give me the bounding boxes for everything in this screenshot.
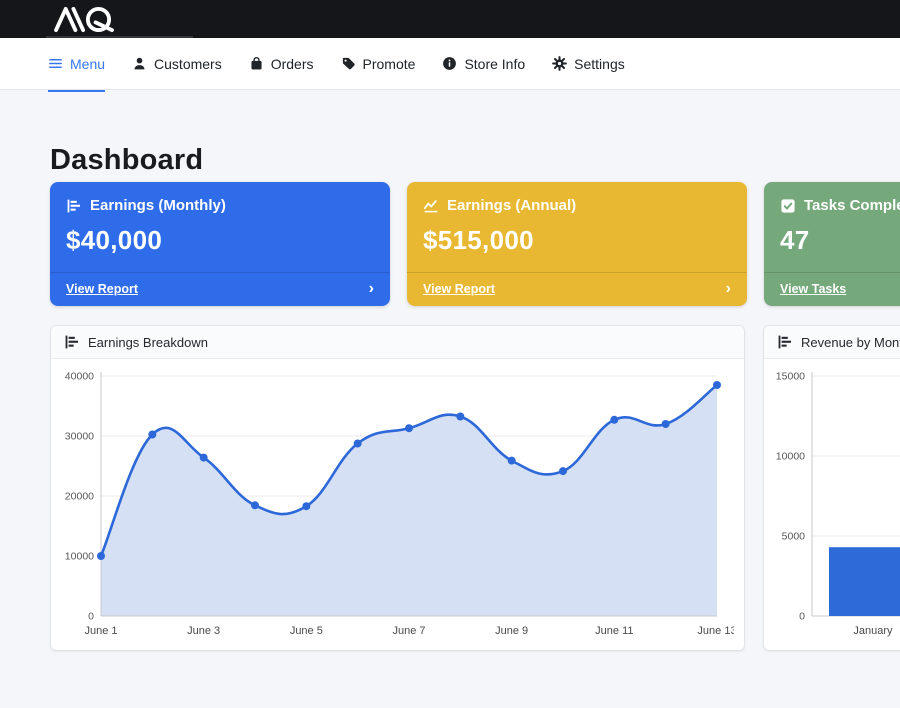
bar-chart-icon <box>64 334 80 350</box>
card-earnings-annual: Earnings (Annual) $515,000 View Report › <box>407 182 747 306</box>
bar-chart-icon <box>777 334 793 350</box>
card-earnings-monthly: Earnings (Monthly) $40,000 View Report › <box>50 182 390 306</box>
card-tasks-completed: Tasks Completed 47 View Tasks› <box>764 182 900 306</box>
menu-icon <box>48 56 63 71</box>
svg-text:40000: 40000 <box>65 371 94 383</box>
bag-icon <box>249 56 264 71</box>
card-title-row: Earnings (Annual) <box>423 197 731 214</box>
card-title-row: Tasks Completed <box>780 197 900 214</box>
panel-header: Revenue by Month <box>764 326 900 359</box>
chevron-right-icon[interactable]: › <box>369 281 374 297</box>
nav-item-orders[interactable]: Orders <box>249 38 314 89</box>
nav-item-label: Orders <box>271 56 314 72</box>
svg-text:June 3: June 3 <box>187 625 220 637</box>
card-link[interactable]: View Report <box>423 282 495 296</box>
nav-item-store-info[interactable]: Store Info <box>442 38 525 89</box>
card-value: 47 <box>780 225 900 256</box>
card-link[interactable]: View Report <box>66 282 138 296</box>
earnings-breakdown-chart[interactable]: 0 10000 20000 30000 40000 June 1 June 3 June 5 J… <box>59 364 734 641</box>
svg-text:June 5: June 5 <box>290 625 323 637</box>
card-link[interactable]: View Tasks <box>780 282 846 296</box>
svg-text:June 11: June 11 <box>595 625 633 637</box>
card-value: $40,000 <box>66 225 374 256</box>
svg-text:20000: 20000 <box>65 491 94 503</box>
topbar <box>0 0 900 38</box>
svg-text:January: January <box>853 625 893 637</box>
chevron-right-icon[interactable]: › <box>726 281 731 297</box>
card-title: Earnings (Annual) <box>447 197 576 214</box>
card-footer: View Report › <box>407 272 747 306</box>
tag-icon <box>341 56 356 71</box>
chart-panels-row: Earnings Breakdown 0 10000 20000 30000 40000… <box>50 325 900 651</box>
check-square-icon <box>780 198 796 214</box>
active-tab-underline <box>48 90 105 92</box>
main-nav: Menu Customers Orders Promote Store Info Sett… <box>0 38 900 90</box>
info-icon <box>442 56 457 71</box>
earnings-breakdown-panel: Earnings Breakdown 0 10000 20000 30000 40000… <box>50 325 745 651</box>
card-body: Earnings (Annual) $515,000 <box>407 182 747 272</box>
nav-item-menu[interactable]: Menu <box>48 38 105 89</box>
main-content: Dashboard Earnings (Monthly) $40,000 View … <box>0 90 900 651</box>
app-window: Menu Customers Orders Promote Store Info Sett… <box>0 0 900 708</box>
panel-header: Earnings Breakdown <box>51 326 744 359</box>
card-title-row: Earnings (Monthly) <box>66 197 374 214</box>
nav-item-label: Store Info <box>464 56 525 72</box>
nav-item-label: Menu <box>70 56 105 72</box>
revenue-by-month-panel: Revenue by Month 0 5000 10000 15000 January <box>763 325 900 651</box>
card-body: Tasks Completed 47 <box>764 182 900 272</box>
svg-text:June 9: June 9 <box>495 625 528 637</box>
card-footer: View Report › <box>50 272 390 306</box>
bar-chart-icon <box>66 198 82 214</box>
panel-body: 0 10000 20000 30000 40000 June 1 June 3 June 5 J… <box>51 359 744 650</box>
svg-text:5000: 5000 <box>782 531 806 543</box>
revenue-by-month-chart[interactable]: 0 5000 10000 15000 January <box>772 364 900 641</box>
card-title: Tasks Completed <box>804 197 900 214</box>
logo[interactable] <box>46 0 124 38</box>
card-footer: View Tasks› <box>764 272 900 306</box>
svg-text:June 7: June 7 <box>392 625 425 637</box>
panel-body: 0 5000 10000 15000 January <box>764 359 900 650</box>
svg-text:30000: 30000 <box>65 431 94 443</box>
nav-item-label: Settings <box>574 56 625 72</box>
svg-text:10000: 10000 <box>776 451 805 463</box>
card-title: Earnings (Monthly) <box>90 197 226 214</box>
card-body: Earnings (Monthly) $40,000 <box>50 182 390 272</box>
svg-text:10000: 10000 <box>65 551 94 563</box>
svg-text:0: 0 <box>88 611 94 623</box>
page-title: Dashboard <box>50 144 900 177</box>
stat-cards-row: Earnings (Monthly)$40,000View Report›Ear… <box>50 182 900 306</box>
panel-title: Earnings Breakdown <box>88 335 208 350</box>
svg-text:0: 0 <box>799 611 805 623</box>
nav-item-promote[interactable]: Promote <box>341 38 416 89</box>
gear-icon <box>552 56 567 71</box>
nav-item-label: Customers <box>154 56 222 72</box>
nav-item-customers[interactable]: Customers <box>132 38 222 89</box>
svg-text:June 1: June 1 <box>84 625 117 637</box>
svg-text:June 13: June 13 <box>697 625 734 637</box>
panel-title: Revenue by Month <box>801 335 900 350</box>
card-value: $515,000 <box>423 225 731 256</box>
svg-text:15000: 15000 <box>776 371 805 383</box>
person-icon <box>132 56 147 71</box>
mq-logo-icon <box>46 6 124 33</box>
line-chart-icon <box>423 198 439 214</box>
nav-item-label: Promote <box>363 56 416 72</box>
nav-item-settings[interactable]: Settings <box>552 38 625 89</box>
